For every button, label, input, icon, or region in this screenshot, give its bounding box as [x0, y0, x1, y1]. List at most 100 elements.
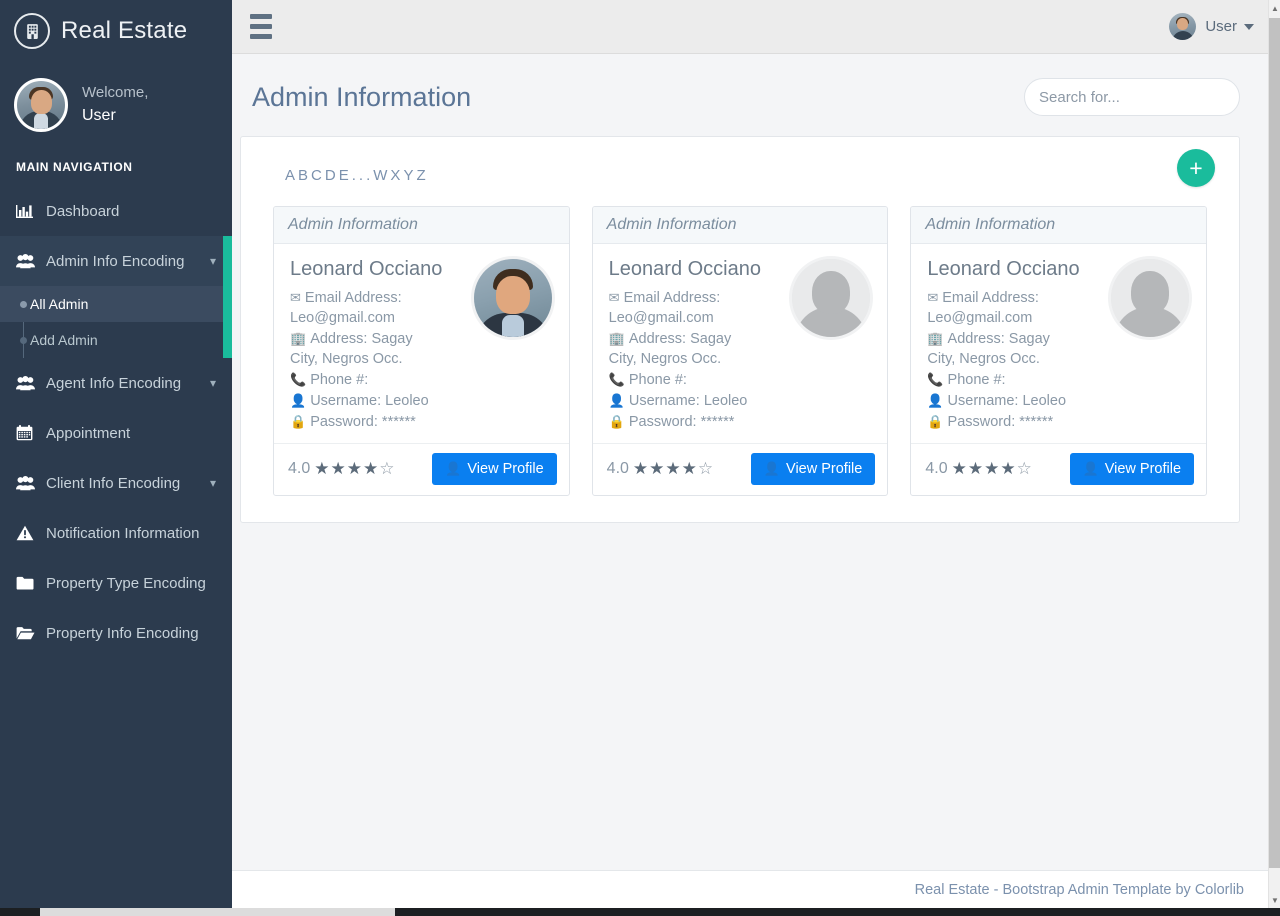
sidebar-item-appointment[interactable]: Appointment	[0, 408, 232, 458]
sidebar: Real Estate Welcome, User MAIN NAVIGATIO…	[0, 0, 232, 908]
alpha-filter-z[interactable]: Z	[416, 167, 428, 184]
sidebar-item-add-admin[interactable]: Add Admin	[0, 322, 232, 358]
sidebar-subitem-label: All Admin	[30, 296, 88, 312]
alpha-filter-d[interactable]: D	[325, 167, 339, 184]
bullet-icon	[20, 301, 27, 308]
star-filled-icon: ★	[968, 459, 984, 479]
sidebar-item-property-type-encoding[interactable]: Property Type Encoding	[0, 558, 232, 608]
sidebar-item-all-admin[interactable]: All Admin	[0, 286, 232, 322]
topbar-user-name: User	[1205, 18, 1237, 35]
view-profile-label: View Profile	[786, 461, 862, 477]
view-profile-button[interactable]: 👤 View Profile	[751, 453, 875, 485]
admin-phone: 📞Phone #:	[609, 370, 872, 390]
user-icon: 👤	[764, 461, 780, 477]
star-filled-icon: ★	[1000, 459, 1016, 479]
alpha-filter-x[interactable]: X	[390, 167, 403, 184]
rating-value: 4.0	[288, 460, 310, 478]
search-input[interactable]	[1025, 79, 1240, 115]
warning-icon	[16, 525, 42, 541]
building-icon: 🏢	[290, 330, 306, 348]
sidebar-item-agent-info-encoding[interactable]: Agent Info Encoding ▾	[0, 358, 232, 408]
users-icon	[16, 254, 42, 269]
sidebar-subitem-label: Add Admin	[30, 332, 98, 348]
star-filled-icon: ★	[347, 459, 363, 479]
hamburger-icon[interactable]	[250, 14, 276, 39]
admin-card-list: Admin Information Leonard Occiano ✉Email…	[263, 206, 1217, 496]
horizontal-scrollbar-thumb[interactable]	[40, 908, 395, 916]
scroll-up-arrow-icon[interactable]: ▲	[1269, 0, 1280, 16]
chevron-down-icon	[1244, 24, 1254, 30]
sidebar-user-panel[interactable]: Welcome, User	[0, 62, 232, 150]
sidebar-item-notification-information[interactable]: Notification Information	[0, 508, 232, 558]
star-filled-icon: ★	[952, 459, 968, 479]
alpha-filter-b[interactable]: B	[298, 167, 311, 184]
calendar-icon	[16, 425, 42, 441]
sidebar-item-property-info-encoding[interactable]: Property Info Encoding	[0, 608, 232, 658]
topbar-user-menu[interactable]: User	[1169, 13, 1254, 40]
sidebar-item-admin-info-encoding[interactable]: Admin Info Encoding ▾	[0, 236, 232, 286]
user-icon: 👤	[1083, 461, 1099, 477]
main-area: User Admin Information Go! A B C D E ...…	[232, 0, 1268, 908]
alpha-filter-e[interactable]: E	[339, 167, 352, 184]
chevron-down-icon: ▾	[210, 376, 232, 390]
rating-value: 4.0	[607, 460, 629, 478]
vertical-scrollbar[interactable]: ▲ ▼	[1268, 0, 1280, 908]
building-icon	[14, 13, 50, 49]
star-empty-icon: ☆	[698, 459, 714, 479]
user-icon: 👤	[290, 392, 306, 410]
admin-password: 🔒Password: ******	[290, 412, 553, 432]
building-icon: 🏢	[927, 330, 943, 348]
chevron-down-icon: ▾	[210, 254, 232, 268]
alpha-filter-y[interactable]: Y	[403, 167, 416, 184]
rating: 4.0 ★ ★ ★ ★ ☆	[288, 459, 396, 479]
card-body: Leonard Occiano ✉Email Address: Leo@gmai…	[593, 244, 888, 443]
phone-icon: 📞	[927, 371, 943, 389]
brand[interactable]: Real Estate	[0, 0, 232, 62]
star-filled-icon: ★	[633, 459, 649, 479]
lock-icon: 🔒	[290, 413, 306, 431]
sidebar-item-label: Client Info Encoding	[42, 475, 210, 492]
star-filled-icon: ★	[984, 459, 1000, 479]
user-icon: 👤	[445, 461, 461, 477]
sidebar-item-label: Appointment	[42, 425, 232, 442]
chevron-down-icon: ▾	[210, 476, 232, 490]
alphabet-filter: A B C D E ... W X Y Z	[263, 155, 1217, 206]
bar-chart-icon	[16, 204, 42, 219]
star-rating-icons: ★ ★ ★ ★ ☆	[633, 459, 714, 479]
rating-value: 4.0	[925, 460, 947, 478]
envelope-icon: ✉	[290, 289, 301, 307]
admin-card: Admin Information Leonard Occiano ✉Email…	[910, 206, 1207, 496]
admin-avatar	[471, 256, 555, 340]
brand-title: Real Estate	[61, 17, 187, 45]
vertical-scrollbar-thumb[interactable]	[1269, 18, 1280, 868]
scroll-down-arrow-icon[interactable]: ▼	[1269, 892, 1280, 908]
app-root: Real Estate Welcome, User MAIN NAVIGATIO…	[0, 0, 1280, 916]
sidebar-item-label: Notification Information	[42, 525, 232, 542]
view-profile-button[interactable]: 👤 View Profile	[432, 453, 556, 485]
alpha-filter-a[interactable]: A	[285, 167, 298, 184]
star-rating-icons: ★ ★ ★ ★ ☆	[952, 459, 1033, 479]
users-icon	[16, 376, 42, 391]
admin-phone: 📞Phone #:	[927, 370, 1190, 390]
alpha-filter-w[interactable]: W	[373, 167, 390, 184]
add-admin-button[interactable]: +	[1177, 149, 1215, 187]
lock-icon: 🔒	[609, 413, 625, 431]
view-profile-button[interactable]: 👤 View Profile	[1070, 453, 1194, 485]
card-header: Admin Information	[911, 207, 1206, 244]
admin-list-panel: A B C D E ... W X Y Z + Admin Informatio…	[240, 136, 1240, 523]
admin-card: Admin Information Leonard Occiano ✉Email…	[592, 206, 889, 496]
page-title: Admin Information	[252, 82, 471, 113]
sidebar-item-dashboard[interactable]: Dashboard	[0, 186, 232, 236]
sidebar-item-client-info-encoding[interactable]: Client Info Encoding ▾	[0, 458, 232, 508]
sidebar-item-label: Admin Info Encoding	[42, 253, 210, 270]
admin-username: 👤Username: Leoleo	[290, 391, 553, 411]
horizontal-scrollbar[interactable]	[0, 908, 1280, 916]
plus-icon: +	[1189, 157, 1202, 180]
star-filled-icon: ★	[665, 459, 681, 479]
sidebar-item-label: Property Info Encoding	[42, 625, 232, 642]
alpha-filter-c[interactable]: C	[311, 167, 325, 184]
star-filled-icon: ★	[331, 459, 347, 479]
avatar	[1169, 13, 1196, 40]
avatar	[14, 78, 68, 132]
star-empty-icon: ☆	[1017, 459, 1033, 479]
